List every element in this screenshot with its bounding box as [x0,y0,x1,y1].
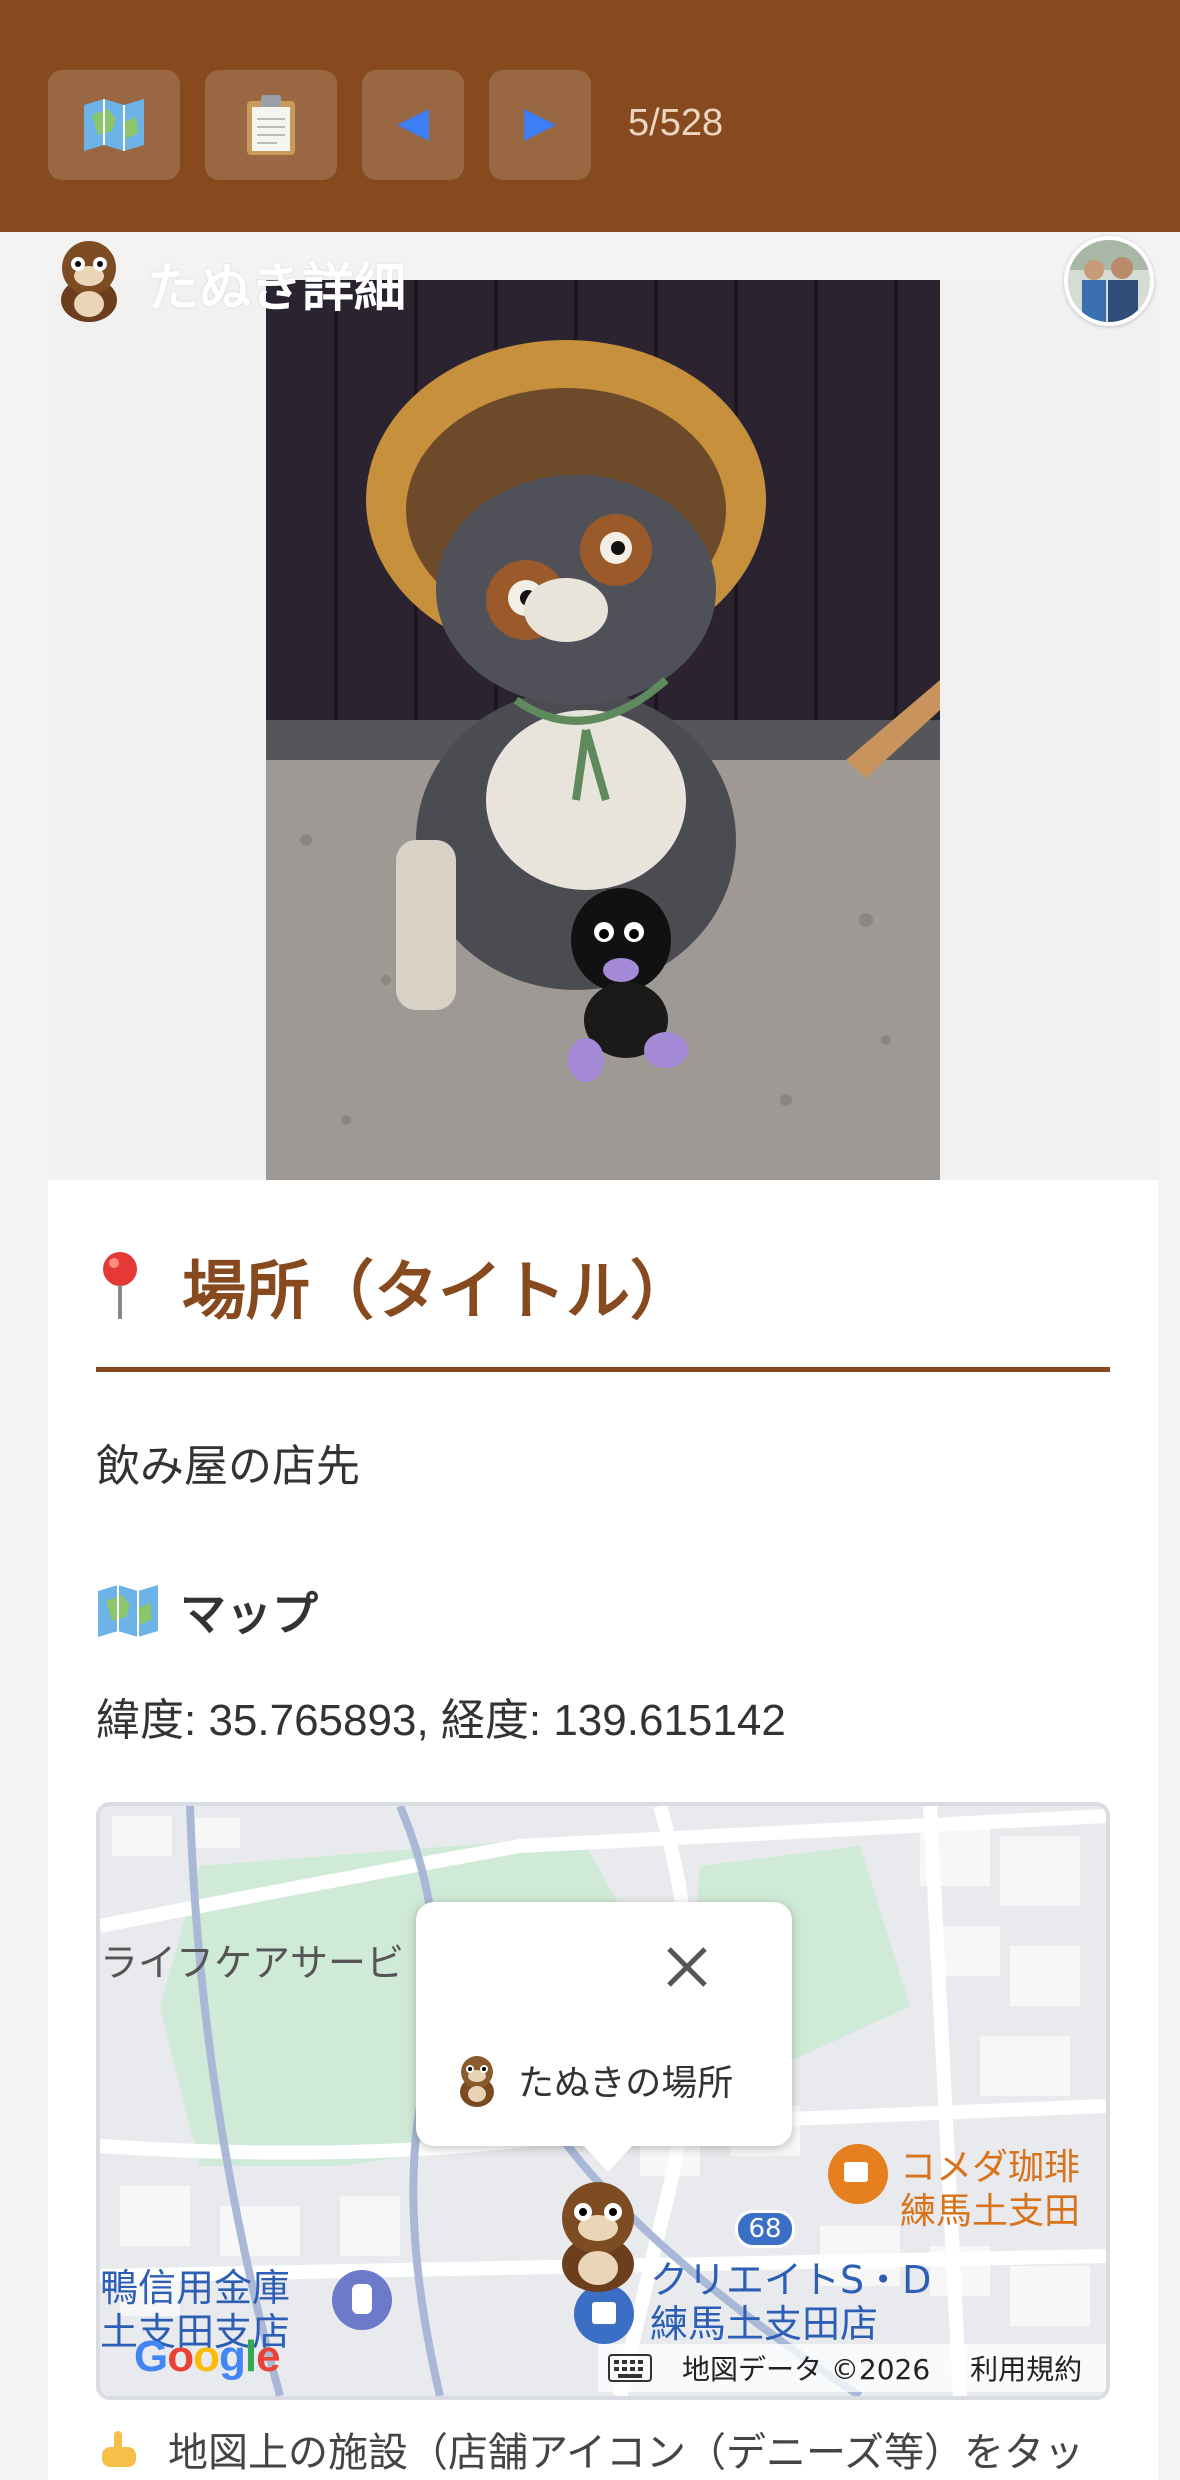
map-info-popup: たぬきの場所 [416,1902,792,2172]
close-icon [667,1947,707,1987]
clipboard-icon [247,95,295,155]
location-heading-text: 場所（タイトル） [182,1255,694,1329]
location-description: 飲み屋の店先 [96,1441,360,1492]
tanuki-logo-icon [61,241,117,322]
previous-button[interactable] [362,70,464,180]
page-title: たぬき詳細 [147,259,406,319]
map-heading: マップ [96,1578,318,1644]
tanuki-photo[interactable] [266,280,940,1180]
map-hint: 地図上の施設（店舗アイコン（デニーズ等）をタッ [96,2420,1084,2478]
right-arrow-icon [524,109,556,141]
google-logo: Google [134,2332,281,2381]
next-button[interactable] [489,70,591,180]
coordinates-text: 緯度: 35.765893, 経度: 139.615142 [96,1696,786,1745]
item-counter: 5/528 [628,102,724,144]
road-number-badge: 68 [735,2210,795,2248]
user-avatar[interactable] [1064,236,1154,326]
tanuki-map-marker[interactable] [552,2178,644,2294]
keyboard-icon[interactable] [608,2354,652,2382]
section-divider [96,1367,1110,1372]
map-view-button[interactable] [48,70,180,180]
map-data-credit: 地図データ ©2026 [682,2353,931,2386]
map-icon [98,1585,158,1637]
pointing-hand-icon [102,2431,136,2467]
map-footer: 地図データ ©2026 利用規約 [598,2344,1106,2392]
location-heading: 場所（タイトル） [98,1240,694,1332]
map-area-label: ライフケアサービ [100,1941,405,1985]
google-map[interactable]: ライフケアサービ コメダ珈琲 練馬土支田 クリエイトS・D 練馬土支田店 鴨信用… [96,1802,1110,2400]
list-view-button[interactable] [205,70,337,180]
tanuki-icon [562,2182,634,2292]
popup-close-button[interactable] [652,1932,722,2002]
shop-poi-label[interactable]: クリエイトS・D 練馬土支田店 [650,2258,931,2346]
popup-text: たぬきの場所 [518,2063,734,2104]
page-header: たぬき詳細 [0,232,1180,332]
top-toolbar: 5/528 [0,0,1180,232]
map-icon [84,99,144,151]
left-arrow-icon [397,109,429,141]
pushpin-icon [103,1252,137,1319]
cafe-poi-label[interactable]: コメダ珈琲 練馬土支田 [900,2146,1080,2234]
map-hint-text: 地図上の施設（店舗アイコン（デニーズ等）をタッ [168,2430,1084,2476]
tanuki-icon [460,2056,494,2107]
popup-body: たぬきの場所 [456,2052,733,2108]
map-heading-text: マップ [180,1587,318,1641]
photo-area [48,280,1158,1180]
map-terms-link[interactable]: 利用規約 [970,2348,1082,2388]
detail-card: 場所（タイトル） 飲み屋の店先 マップ 緯度: 35.765893, 経度: 1… [48,280,1158,2480]
